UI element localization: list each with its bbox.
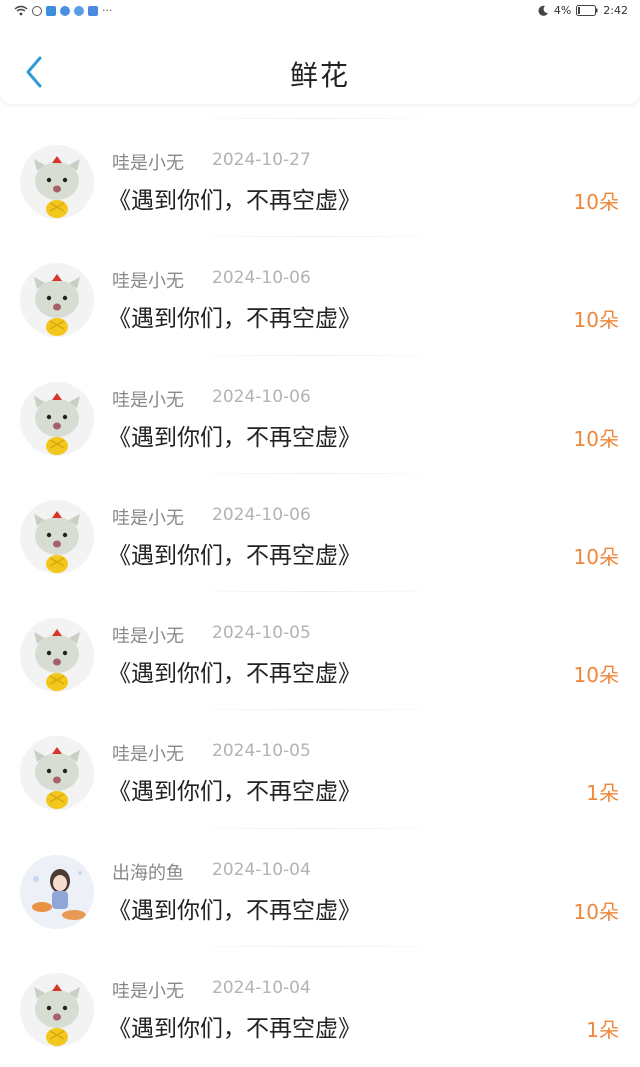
gift-date: 2024-10-06 bbox=[212, 386, 311, 407]
row-divider bbox=[180, 709, 450, 711]
mail-icon bbox=[88, 5, 98, 16]
hamster-avatar[interactable] bbox=[20, 973, 94, 1048]
list-item[interactable]: 哇是小无 2024-10-27 《遇到你们，不再空虚》 10朵 bbox=[0, 118, 640, 236]
row-divider bbox=[180, 827, 450, 829]
list-item[interactable]: 哇是小无 2024-10-06 《遇到你们，不再空虚》 10朵 bbox=[0, 472, 640, 591]
moon-icon bbox=[538, 5, 548, 16]
book-title[interactable]: 《遇到你们，不再空虚》 bbox=[108, 1009, 361, 1043]
status-icons-right: 4% 2:42 bbox=[538, 4, 628, 17]
list-item[interactable]: 哇是小无 2024-10-05 《遇到你们，不再空虚》 10朵 bbox=[0, 591, 640, 709]
more-notifications: ··· bbox=[102, 4, 113, 17]
clock: 2:42 bbox=[603, 4, 628, 17]
top-nav-bar: 鲜花 bbox=[0, 24, 640, 104]
flower-count: 1朵 bbox=[586, 781, 619, 806]
user-name[interactable]: 哇是小无 bbox=[112, 977, 184, 1003]
hamster-avatar[interactable] bbox=[20, 618, 94, 693]
flower-count: 10朵 bbox=[573, 190, 619, 214]
flower-count: 10朵 bbox=[573, 663, 619, 688]
user-name[interactable]: 哇是小无 bbox=[112, 740, 184, 766]
user-name[interactable]: 哇是小无 bbox=[112, 504, 184, 530]
notification-icon bbox=[32, 5, 42, 16]
book-title[interactable]: 《遇到你们，不再空虚》 bbox=[108, 772, 361, 806]
hamster-avatar[interactable] bbox=[20, 145, 94, 219]
book-title[interactable]: 《遇到你们，不再空虚》 bbox=[108, 891, 361, 925]
hamster-avatar[interactable] bbox=[20, 736, 94, 811]
book-title[interactable]: 《遇到你们，不再空虚》 bbox=[108, 299, 361, 333]
row-divider bbox=[180, 118, 450, 119]
list-item[interactable]: 哇是小无 2024-10-06 《遇到你们，不再空虚》 10朵 bbox=[0, 354, 640, 473]
row-divider bbox=[180, 354, 450, 356]
hamster-avatar[interactable] bbox=[20, 499, 94, 574]
page-title: 鲜花 bbox=[289, 59, 350, 92]
gift-date: 2024-10-06 bbox=[212, 268, 311, 289]
battery-percent: 4% bbox=[553, 4, 572, 17]
flower-count: 1朵 bbox=[586, 1018, 619, 1043]
row-divider bbox=[180, 591, 450, 593]
list-item[interactable]: 出海的鱼 2024-10-04 《遇到你们，不再空虚》 10朵 bbox=[0, 827, 640, 946]
row-divider bbox=[180, 946, 450, 948]
flower-gift-list: 哇是小无 2024-10-27 《遇到你们，不再空虚》 10朵 哇是小无 2024-10… bbox=[0, 118, 640, 1064]
book-title[interactable]: 《遇到你们，不再空虚》 bbox=[108, 181, 361, 215]
list-item[interactable]: 哇是小无 2024-10-04 《遇到你们，不再空虚》 1朵 bbox=[0, 946, 640, 1064]
anime-girl-avatar[interactable] bbox=[20, 854, 94, 929]
row-divider bbox=[180, 236, 450, 238]
book-title[interactable]: 《遇到你们，不再空虚》 bbox=[108, 418, 361, 452]
status-icons-left: ··· bbox=[14, 4, 113, 17]
row-divider bbox=[180, 472, 450, 474]
user-name[interactable]: 哇是小无 bbox=[112, 386, 184, 412]
gift-date: 2024-10-04 bbox=[212, 859, 311, 880]
battery-icon bbox=[576, 5, 598, 16]
user-name[interactable]: 出海的鱼 bbox=[112, 859, 184, 885]
hamster-avatar[interactable] bbox=[20, 381, 94, 456]
flower-count: 10朵 bbox=[573, 544, 619, 569]
hamster-avatar[interactable] bbox=[20, 263, 94, 338]
flower-count: 10朵 bbox=[573, 426, 619, 451]
user-name[interactable]: 哇是小无 bbox=[112, 622, 184, 648]
book-title[interactable]: 《遇到你们，不再空虚》 bbox=[108, 654, 361, 688]
flower-count: 10朵 bbox=[573, 308, 619, 333]
gift-date: 2024-10-05 bbox=[212, 741, 311, 762]
gift-date: 2024-10-06 bbox=[212, 504, 311, 525]
user-name[interactable]: 哇是小无 bbox=[112, 267, 184, 293]
gift-date: 2024-10-04 bbox=[212, 978, 311, 999]
status-bar: ··· 4% 2:42 bbox=[0, 0, 640, 24]
gift-date: 2024-10-05 bbox=[212, 623, 311, 644]
list-item[interactable]: 哇是小无 2024-10-05 《遇到你们，不再空虚》 1朵 bbox=[0, 709, 640, 827]
gift-date: 2024-10-27 bbox=[212, 150, 311, 170]
flower-count: 10朵 bbox=[573, 899, 619, 924]
user-name[interactable]: 哇是小无 bbox=[112, 149, 184, 175]
app-notification-icon bbox=[46, 5, 56, 16]
wifi-icon bbox=[14, 5, 28, 16]
list-item[interactable]: 哇是小无 2024-10-06 《遇到你们，不再空虚》 10朵 bbox=[0, 236, 640, 354]
book-title[interactable]: 《遇到你们，不再空虚》 bbox=[108, 536, 361, 570]
app-notification-icon bbox=[74, 5, 84, 16]
app-notification-icon bbox=[60, 5, 70, 16]
